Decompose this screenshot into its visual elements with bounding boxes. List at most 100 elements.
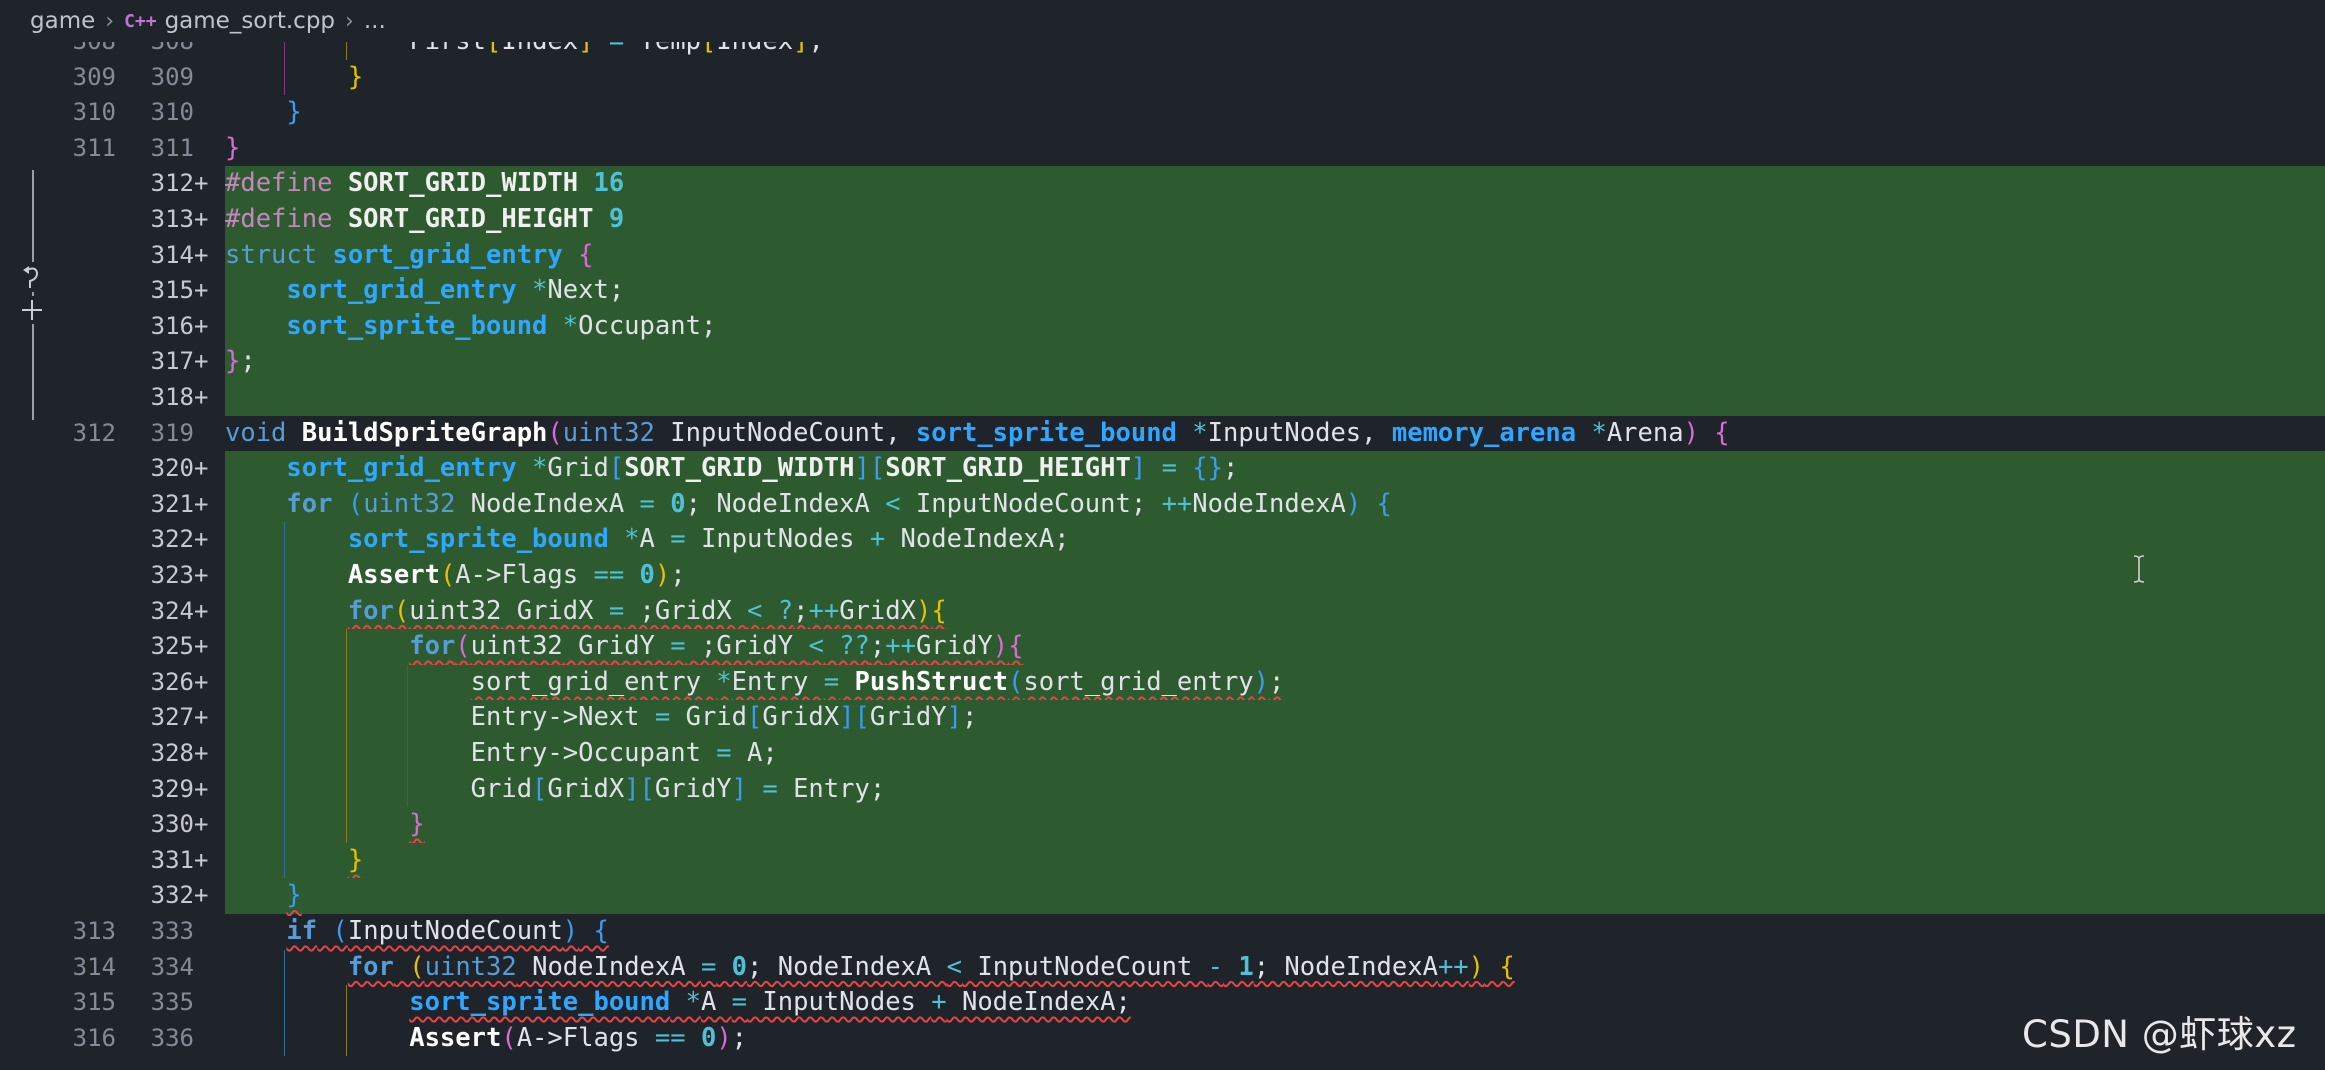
code-text[interactable]: }; xyxy=(225,344,2325,380)
code-text[interactable]: Grid[GridX][GridY] = Entry; xyxy=(225,771,2325,808)
code-token: Index xyxy=(501,42,578,56)
code-token: ] xyxy=(946,702,962,733)
code-line[interactable]: 313 + #define SORT_GRID_HEIGHT 9 xyxy=(0,202,2325,238)
code-line[interactable]: 314 + struct sort_grid_entry { xyxy=(0,237,2325,274)
code-text[interactable]: for(uint32 GridX = ;GridX < ?;++GridX){ xyxy=(225,593,2325,630)
code-line[interactable]: 316 336 Assert(A->Flags == 0); xyxy=(0,1020,2325,1057)
code-line[interactable]: 317 +}; xyxy=(0,344,2325,380)
code-text[interactable]: } xyxy=(225,59,2325,96)
code-line[interactable]: 314 334 for (uint32 NodeIndexA = 0; NodeI… xyxy=(0,949,2325,986)
cpp-file-icon: C++ xyxy=(124,10,157,32)
code-token-text: for xyxy=(347,951,394,982)
code-token: * xyxy=(670,987,701,1018)
code-text[interactable] xyxy=(225,380,2325,416)
code-token: = xyxy=(823,666,840,697)
code-text[interactable]: } xyxy=(225,95,2325,131)
code-line[interactable]: 311 311} xyxy=(0,131,2325,167)
breadcrumb-file[interactable]: game_sort.cpp xyxy=(165,8,335,34)
code-text[interactable]: for (uint32 NodeIndexA = 0; NodeIndexA <… xyxy=(225,486,2325,523)
code-line[interactable]: 318 + xyxy=(0,380,2325,416)
code-line[interactable]: 315 + sort_grid_entry *Next; xyxy=(0,273,2325,309)
code-text[interactable]: sort_sprite_bound *A = InputNodes + Node… xyxy=(225,985,2325,1021)
code-text[interactable]: Assert(A->Flags == 0); xyxy=(225,558,2325,594)
code-text[interactable]: sort_sprite_bound *A = InputNodes + Node… xyxy=(225,522,2325,558)
code-text[interactable]: First[Index] = Temp[Index]; xyxy=(225,42,2325,60)
code-text[interactable]: Entry->Occupant = A; xyxy=(225,736,2325,772)
code-line[interactable]: 308308 First[Index] = Temp[Index]; xyxy=(0,42,2325,60)
diff-hunk-bar[interactable] xyxy=(30,170,36,420)
code-line[interactable]: 320 + sort_grid_entry *Grid[SORT_GRID_WID… xyxy=(0,451,2325,487)
added-line-plus-icon: + xyxy=(194,169,209,198)
code-token: Temp xyxy=(640,42,701,56)
revert-change-icon[interactable] xyxy=(20,262,44,292)
code-line[interactable]: 321 + for (uint32 NodeIndexA = 0; NodeInd… xyxy=(0,486,2325,523)
code-token: } xyxy=(225,97,302,128)
code-line[interactable]: 331 + } xyxy=(0,842,2325,879)
code-token: ) xyxy=(992,631,1009,662)
code-text[interactable]: void BuildSpriteGraph(uint32 InputNodeCo… xyxy=(225,416,2325,452)
code-text[interactable]: for (uint32 NodeIndexA = 0; NodeIndexA <… xyxy=(225,949,2325,986)
code-line[interactable]: 326 + sort_grid_entry *Entry = PushStruct… xyxy=(0,664,2325,701)
breadcrumb: game › C++ game_sort.cpp › ... xyxy=(0,0,2325,42)
code-token: sort_sprite_bound xyxy=(225,987,670,1017)
code-token: NodeIndexA xyxy=(455,488,640,519)
code-line[interactable]: 312 319 void BuildSpriteGraph(uint32 Input… xyxy=(0,416,2325,452)
code-line[interactable]: 325 + for(uint32 GridY = ;GridY < ??;++Gr… xyxy=(0,629,2325,665)
code-line[interactable]: 313 333 if (InputNodeCount) { xyxy=(0,914,2325,950)
code-token: ) xyxy=(1683,417,1699,448)
code-text[interactable]: sort_grid_entry *Entry = PushStruct(sort… xyxy=(225,664,2325,701)
code-token: Assert xyxy=(225,560,440,590)
code-line[interactable]: 323 + Assert(A->Flags == 0); xyxy=(0,558,2325,594)
code-token: sort_grid_entry xyxy=(317,239,563,270)
code-line[interactable]: 328 + Entry->Occupant = A; xyxy=(0,736,2325,772)
code-token: ; xyxy=(731,1022,748,1053)
breadcrumb-folder[interactable]: game xyxy=(30,8,95,34)
code-token: ;GridX xyxy=(624,595,748,626)
added-line-plus-icon: + xyxy=(194,276,209,305)
code-text[interactable]: Assert(A->Flags == 0); xyxy=(225,1020,2325,1057)
code-token-text: sort_sprite_bound xyxy=(409,987,671,1018)
breadcrumb-more[interactable]: ... xyxy=(364,8,386,34)
code-text[interactable]: sort_grid_entry *Next; xyxy=(225,273,2325,309)
code-token: InputNodes, xyxy=(1207,417,1392,448)
code-line[interactable]: 330 + } xyxy=(0,807,2325,843)
code-line[interactable]: 310 310 } xyxy=(0,95,2325,131)
code-line[interactable]: 322 + sort_sprite_bound *A = InputNodes +… xyxy=(0,522,2325,558)
code-line[interactable]: 316 + sort_sprite_bound *Occupant; xyxy=(0,308,2325,345)
code-token: InputNodeCount; xyxy=(900,488,1162,519)
code-token: NodeIndexA; xyxy=(946,987,1131,1018)
stage-change-icon[interactable] xyxy=(18,296,46,324)
code-line[interactable]: 324 + for(uint32 GridX = ;GridX < ?;++Gri… xyxy=(0,593,2325,630)
code-line[interactable]: 312 + #define SORT_GRID_WIDTH 16 xyxy=(0,166,2325,202)
new-line-number: 313 xyxy=(150,205,194,233)
old-line-number: 314 xyxy=(72,952,116,981)
code-text[interactable]: } xyxy=(225,842,2325,879)
new-line-number: 310 xyxy=(150,98,194,127)
code-line[interactable]: 329 + Grid[GridX][GridY] = Entry; xyxy=(0,771,2325,808)
code-token: ( xyxy=(1008,666,1024,697)
new-line-number: 309 xyxy=(150,62,194,91)
code-token: {} xyxy=(1192,453,1223,484)
code-token: GridY xyxy=(654,773,732,804)
code-token: 1 xyxy=(1223,951,1254,982)
code-text[interactable]: if (InputNodeCount) { xyxy=(225,914,2325,950)
new-line-number: 332 xyxy=(150,881,194,910)
code-text[interactable]: } xyxy=(225,878,2325,914)
code-line[interactable]: 332 + } xyxy=(0,878,2325,914)
code-text[interactable]: } xyxy=(225,131,2325,167)
code-text[interactable]: sort_sprite_bound *Occupant; xyxy=(225,308,2325,345)
code-token: ][ xyxy=(854,453,886,484)
code-text[interactable]: struct sort_grid_entry { xyxy=(225,237,2325,274)
code-token: ( xyxy=(501,1022,517,1053)
code-text[interactable]: #define SORT_GRID_WIDTH 16 xyxy=(225,166,2325,202)
code-text[interactable]: Entry->Next = Grid[GridX][GridY]; xyxy=(225,700,2325,736)
code-line[interactable]: 309 309 } xyxy=(0,59,2325,96)
code-text[interactable]: sort_grid_entry *Grid[SORT_GRID_WIDTH][S… xyxy=(225,451,2325,487)
code-text[interactable]: for(uint32 GridY = ;GridY < ??;++GridY){ xyxy=(225,629,2325,665)
code-editor[interactable]: 308308 First[Index] = Temp[Index];309309… xyxy=(0,42,2325,1070)
code-token: 0 xyxy=(685,1022,717,1053)
code-line[interactable]: 315 335 sort_sprite_bound *A = InputNodes… xyxy=(0,985,2325,1021)
code-line[interactable]: 327 + Entry->Next = Grid[GridX][GridY]; xyxy=(0,700,2325,736)
code-text[interactable]: #define SORT_GRID_HEIGHT 9 xyxy=(225,202,2325,238)
code-text[interactable]: } xyxy=(225,807,2325,843)
